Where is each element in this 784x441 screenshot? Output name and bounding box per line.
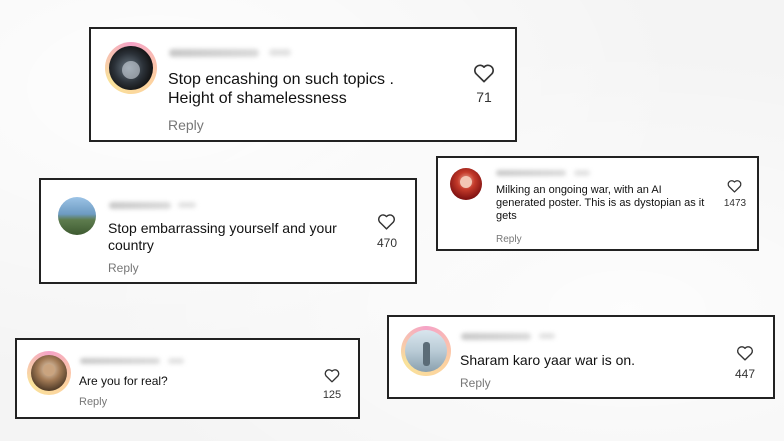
comment-text: Stop embarrassing yourself and your coun… <box>108 220 337 253</box>
avatar[interactable] <box>31 355 67 391</box>
username-blurred <box>109 202 171 209</box>
avatar[interactable] <box>405 330 447 372</box>
avatar-image <box>460 176 472 188</box>
username-blurred <box>80 358 160 364</box>
avatar-image <box>122 61 140 79</box>
reply-button[interactable]: Reply <box>496 234 522 245</box>
avatar[interactable] <box>58 197 96 235</box>
like-heart-icon[interactable] <box>377 213 396 230</box>
timestamp-blurred <box>178 202 196 208</box>
reply-button[interactable]: Reply <box>168 117 204 133</box>
like-heart-icon[interactable] <box>727 179 742 193</box>
like-heart-icon[interactable] <box>324 368 340 383</box>
like-count: 447 <box>734 367 756 381</box>
timestamp-blurred <box>539 333 555 339</box>
comment-text: Sharam karo yaar war is on. <box>460 352 636 368</box>
comment-text: Stop encashing on such topics . Height o… <box>168 71 394 108</box>
comment-card-2: Milking an ongoing war, with an AI gener… <box>436 156 759 251</box>
avatar-image <box>423 342 430 366</box>
comment-card-3: Stop embarrassing yourself and your coun… <box>39 178 417 284</box>
like-heart-icon[interactable] <box>473 63 495 83</box>
timestamp-blurred <box>168 358 184 364</box>
username-blurred <box>461 333 531 340</box>
reply-button[interactable]: Reply <box>460 376 491 390</box>
comment-card-5: Are you for real? Reply 125 <box>15 338 360 419</box>
avatar[interactable] <box>109 46 153 90</box>
like-heart-icon[interactable] <box>736 345 754 361</box>
like-count: 125 <box>322 389 342 401</box>
comment-card-1: Stop encashing on such topics . Height o… <box>89 27 517 142</box>
like-count: 1473 <box>723 198 747 209</box>
timestamp-blurred <box>269 49 291 56</box>
username-blurred <box>496 170 566 176</box>
comment-text: Milking an ongoing war, with an AI gener… <box>496 184 705 223</box>
reply-button[interactable]: Reply <box>108 261 139 275</box>
like-count: 71 <box>476 89 492 105</box>
comment-text: Are you for real? <box>79 374 168 388</box>
avatar[interactable] <box>450 168 482 200</box>
comment-card-4: Sharam karo yaar war is on. Reply 447 <box>387 315 775 399</box>
reply-button[interactable]: Reply <box>79 396 107 408</box>
timestamp-blurred <box>574 170 590 176</box>
like-count: 470 <box>376 236 398 250</box>
avatar-image <box>43 364 55 376</box>
username-blurred <box>169 49 259 57</box>
